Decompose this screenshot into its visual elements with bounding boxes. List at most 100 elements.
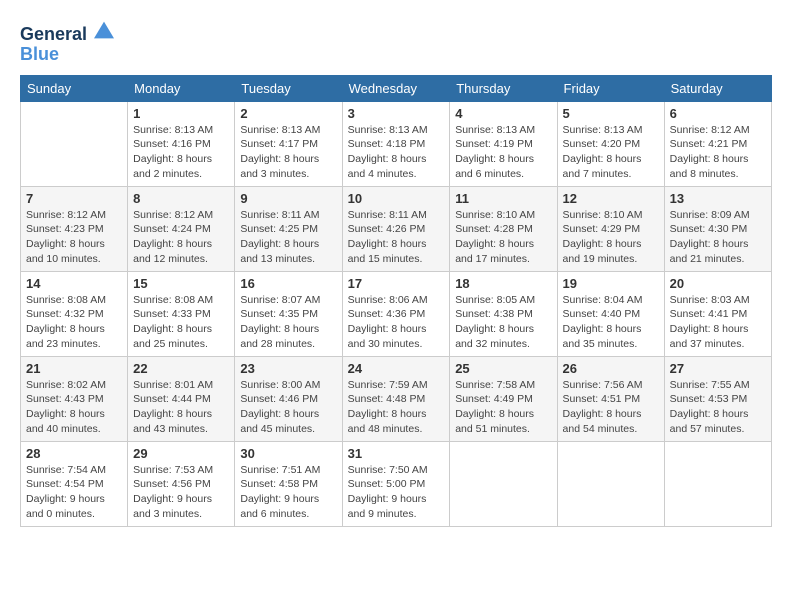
day-number: 20: [670, 276, 766, 291]
day-info: Sunrise: 8:11 AM Sunset: 4:26 PM Dayligh…: [348, 208, 445, 267]
calendar-cell: 19 Sunrise: 8:04 AM Sunset: 4:40 PM Dayli…: [557, 271, 664, 356]
day-info: Sunrise: 7:50 AM Sunset: 5:00 PM Dayligh…: [348, 463, 445, 522]
day-number: 31: [348, 446, 445, 461]
week-row-2: 14 Sunrise: 8:08 AM Sunset: 4:32 PM Dayli…: [21, 271, 772, 356]
calendar-cell: 26Sunrise: 7:56 AM Sunset: 4:51 PM Dayli…: [557, 356, 664, 441]
day-number: 25: [455, 361, 551, 376]
day-info: Sunrise: 8:10 AM Sunset: 4:28 PM Dayligh…: [455, 208, 551, 267]
day-info: Sunrise: 8:11 AM Sunset: 4:25 PM Dayligh…: [240, 208, 336, 267]
day-info: Sunrise: 8:03 AM Sunset: 4:41 PM Dayligh…: [670, 293, 766, 352]
calendar-cell: 25Sunrise: 7:58 AM Sunset: 4:49 PM Dayli…: [450, 356, 557, 441]
calendar-cell: 6Sunrise: 8:12 AM Sunset: 4:21 PM Daylig…: [664, 101, 771, 186]
calendar-cell: 4 Sunrise: 8:13 AM Sunset: 4:19 PM Daylig…: [450, 101, 557, 186]
week-row-1: 7 Sunrise: 8:12 AM Sunset: 4:23 PM Daylig…: [21, 186, 772, 271]
day-number: 26: [563, 361, 659, 376]
calendar-cell: 10 Sunrise: 8:11 AM Sunset: 4:26 PM Dayli…: [342, 186, 450, 271]
day-info: Sunrise: 8:13 AM Sunset: 4:18 PM Dayligh…: [348, 123, 445, 182]
day-info: Sunrise: 8:13 AM Sunset: 4:19 PM Dayligh…: [455, 123, 551, 182]
calendar-cell: 5 Sunrise: 8:13 AM Sunset: 4:20 PM Daylig…: [557, 101, 664, 186]
day-info: Sunrise: 8:13 AM Sunset: 4:16 PM Dayligh…: [133, 123, 229, 182]
day-info: Sunrise: 8:09 AM Sunset: 4:30 PM Dayligh…: [670, 208, 766, 267]
day-number: 13: [670, 191, 766, 206]
day-info: Sunrise: 8:13 AM Sunset: 4:20 PM Dayligh…: [563, 123, 659, 182]
day-number: 10: [348, 191, 445, 206]
calendar-cell: 28Sunrise: 7:54 AM Sunset: 4:54 PM Dayli…: [21, 441, 128, 526]
day-number: 5: [563, 106, 659, 121]
weekday-saturday: Saturday: [664, 75, 771, 101]
logo-blue: Blue: [20, 45, 114, 65]
day-number: 21: [26, 361, 122, 376]
day-info: Sunrise: 8:06 AM Sunset: 4:36 PM Dayligh…: [348, 293, 445, 352]
calendar-cell: 7 Sunrise: 8:12 AM Sunset: 4:23 PM Daylig…: [21, 186, 128, 271]
day-info: Sunrise: 8:08 AM Sunset: 4:32 PM Dayligh…: [26, 293, 122, 352]
weekday-sunday: Sunday: [21, 75, 128, 101]
calendar-cell: 30 Sunrise: 7:51 AM Sunset: 4:58 PM Dayli…: [235, 441, 342, 526]
week-row-0: 1 Sunrise: 8:13 AM Sunset: 4:16 PM Daylig…: [21, 101, 772, 186]
day-info: Sunrise: 7:59 AM Sunset: 4:48 PM Dayligh…: [348, 378, 445, 437]
calendar-cell: 31 Sunrise: 7:50 AM Sunset: 5:00 PM Dayli…: [342, 441, 450, 526]
day-number: 18: [455, 276, 551, 291]
calendar: SundayMondayTuesdayWednesdayThursdayFrid…: [20, 75, 772, 527]
day-info: Sunrise: 8:13 AM Sunset: 4:17 PM Dayligh…: [240, 123, 336, 182]
day-number: 30: [240, 446, 336, 461]
day-number: 27: [670, 361, 766, 376]
logo-icon: [94, 20, 114, 40]
day-number: 24: [348, 361, 445, 376]
day-info: Sunrise: 8:04 AM Sunset: 4:40 PM Dayligh…: [563, 293, 659, 352]
day-info: Sunrise: 8:12 AM Sunset: 4:23 PM Dayligh…: [26, 208, 122, 267]
calendar-cell: 23 Sunrise: 8:00 AM Sunset: 4:46 PM Dayli…: [235, 356, 342, 441]
day-number: 9: [240, 191, 336, 206]
day-info: Sunrise: 8:01 AM Sunset: 4:44 PM Dayligh…: [133, 378, 229, 437]
day-number: 17: [348, 276, 445, 291]
calendar-cell: 3Sunrise: 8:13 AM Sunset: 4:18 PM Daylig…: [342, 101, 450, 186]
day-number: 4: [455, 106, 551, 121]
weekday-tuesday: Tuesday: [235, 75, 342, 101]
day-number: 22: [133, 361, 229, 376]
day-info: Sunrise: 8:02 AM Sunset: 4:43 PM Dayligh…: [26, 378, 122, 437]
weekday-thursday: Thursday: [450, 75, 557, 101]
calendar-cell: 17 Sunrise: 8:06 AM Sunset: 4:36 PM Dayli…: [342, 271, 450, 356]
header: General Blue: [20, 20, 772, 65]
calendar-cell: [557, 441, 664, 526]
day-info: Sunrise: 7:51 AM Sunset: 4:58 PM Dayligh…: [240, 463, 336, 522]
day-number: 8: [133, 191, 229, 206]
logo: General Blue: [20, 20, 114, 65]
calendar-cell: 11 Sunrise: 8:10 AM Sunset: 4:28 PM Dayli…: [450, 186, 557, 271]
day-number: 12: [563, 191, 659, 206]
weekday-wednesday: Wednesday: [342, 75, 450, 101]
calendar-cell: 22 Sunrise: 8:01 AM Sunset: 4:44 PM Dayli…: [128, 356, 235, 441]
calendar-cell: 21 Sunrise: 8:02 AM Sunset: 4:43 PM Dayli…: [21, 356, 128, 441]
calendar-cell: 14 Sunrise: 8:08 AM Sunset: 4:32 PM Dayli…: [21, 271, 128, 356]
calendar-cell: 2Sunrise: 8:13 AM Sunset: 4:17 PM Daylig…: [235, 101, 342, 186]
day-info: Sunrise: 8:07 AM Sunset: 4:35 PM Dayligh…: [240, 293, 336, 352]
calendar-cell: 20 Sunrise: 8:03 AM Sunset: 4:41 PM Dayli…: [664, 271, 771, 356]
day-info: Sunrise: 8:00 AM Sunset: 4:46 PM Dayligh…: [240, 378, 336, 437]
calendar-cell: 8 Sunrise: 8:12 AM Sunset: 4:24 PM Daylig…: [128, 186, 235, 271]
calendar-cell: 16Sunrise: 8:07 AM Sunset: 4:35 PM Dayli…: [235, 271, 342, 356]
calendar-cell: 24 Sunrise: 7:59 AM Sunset: 4:48 PM Dayli…: [342, 356, 450, 441]
day-number: 14: [26, 276, 122, 291]
calendar-cell: 1 Sunrise: 8:13 AM Sunset: 4:16 PM Daylig…: [128, 101, 235, 186]
calendar-cell: 12 Sunrise: 8:10 AM Sunset: 4:29 PM Dayli…: [557, 186, 664, 271]
calendar-cell: 29 Sunrise: 7:53 AM Sunset: 4:56 PM Dayli…: [128, 441, 235, 526]
day-number: 15: [133, 276, 229, 291]
day-info: Sunrise: 8:08 AM Sunset: 4:33 PM Dayligh…: [133, 293, 229, 352]
day-info: Sunrise: 7:53 AM Sunset: 4:56 PM Dayligh…: [133, 463, 229, 522]
day-number: 1: [133, 106, 229, 121]
week-row-3: 21 Sunrise: 8:02 AM Sunset: 4:43 PM Dayli…: [21, 356, 772, 441]
day-number: 11: [455, 191, 551, 206]
day-number: 23: [240, 361, 336, 376]
day-number: 29: [133, 446, 229, 461]
calendar-cell: [664, 441, 771, 526]
week-row-4: 28Sunrise: 7:54 AM Sunset: 4:54 PM Dayli…: [21, 441, 772, 526]
day-info: Sunrise: 8:12 AM Sunset: 4:21 PM Dayligh…: [670, 123, 766, 182]
day-number: 7: [26, 191, 122, 206]
day-info: Sunrise: 8:10 AM Sunset: 4:29 PM Dayligh…: [563, 208, 659, 267]
day-number: 19: [563, 276, 659, 291]
page: General Blue SundayMondayTuesdayWednesda…: [0, 0, 792, 612]
day-info: Sunrise: 8:05 AM Sunset: 4:38 PM Dayligh…: [455, 293, 551, 352]
day-info: Sunrise: 7:55 AM Sunset: 4:53 PM Dayligh…: [670, 378, 766, 437]
weekday-monday: Monday: [128, 75, 235, 101]
day-info: Sunrise: 8:12 AM Sunset: 4:24 PM Dayligh…: [133, 208, 229, 267]
calendar-cell: [21, 101, 128, 186]
